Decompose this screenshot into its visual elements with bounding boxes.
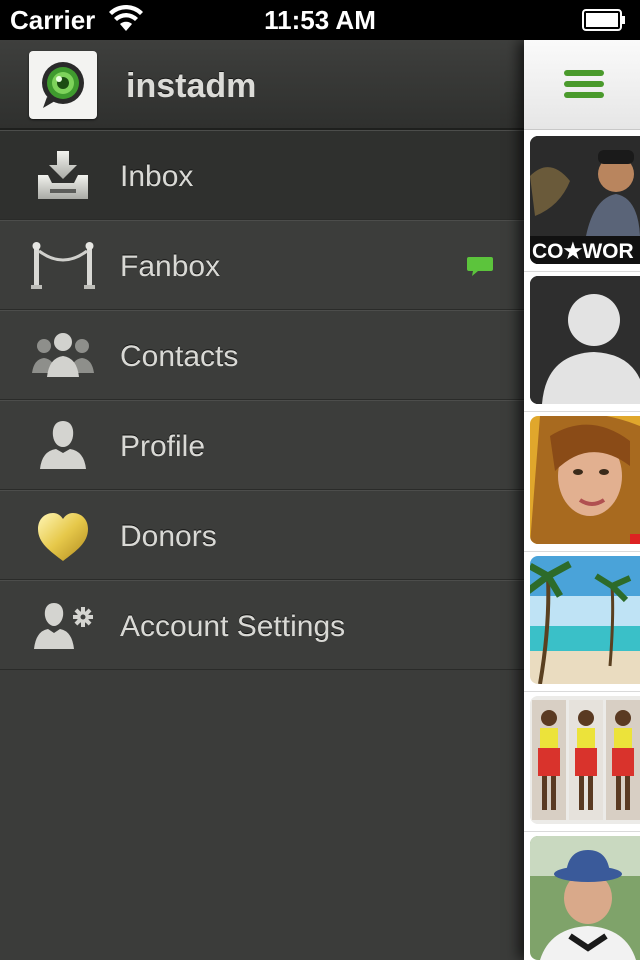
main-content-peek[interactable]: CO★WOR <box>524 40 640 960</box>
gold-heart-icon <box>38 513 88 561</box>
row-divider <box>524 411 640 412</box>
photo-portrait-icon <box>530 416 640 544</box>
menu-item-profile[interactable]: Profile <box>0 400 524 490</box>
menu-label-account-settings: Account Settings <box>120 610 346 643</box>
main-header <box>524 40 640 130</box>
menu-label-fanbox: Fanbox <box>120 250 221 283</box>
thumb-caption: CO★WOR <box>532 240 634 263</box>
camera-lens-logo-icon <box>42 62 84 108</box>
inbox-download-icon <box>38 151 88 199</box>
side-menu: instadm Inbox Fanbox Contacts Profile Do… <box>0 40 524 960</box>
velvet-rope-icon <box>31 242 95 289</box>
conversation-thumbnail[interactable] <box>530 416 640 544</box>
default-avatar-icon <box>530 276 640 404</box>
app-title: instadm <box>126 67 257 105</box>
green-chat-bubble-icon <box>467 257 493 276</box>
row-divider <box>524 691 640 692</box>
row-divider <box>524 271 640 272</box>
contacts-group-icon <box>32 333 94 377</box>
menu-item-account-settings[interactable]: Account Settings <box>0 580 524 670</box>
photo-beach-icon <box>530 556 640 684</box>
battery-icon <box>582 9 625 31</box>
menu-label-inbox: Inbox <box>120 160 194 193</box>
row-divider <box>524 831 640 832</box>
conversation-thumbnail[interactable] <box>530 836 640 960</box>
conversation-thumbnail[interactable] <box>530 696 640 824</box>
menu-toggle-icon[interactable] <box>564 70 604 102</box>
menu-item-donors[interactable]: Donors <box>0 490 524 580</box>
photo-man-icon: CO★WOR <box>530 136 640 264</box>
menu-header: instadm <box>0 40 524 130</box>
menu-label-donors: Donors <box>120 520 217 553</box>
person-gear-icon <box>34 603 93 649</box>
menu-item-inbox[interactable]: Inbox <box>0 130 524 220</box>
clock: 11:53 AM <box>264 5 376 35</box>
conversation-thumbnail[interactable]: CO★WOR <box>530 136 640 264</box>
menu-item-fanbox[interactable]: Fanbox <box>0 220 524 310</box>
row-divider <box>524 551 640 552</box>
conversation-thumbnail[interactable] <box>530 276 640 404</box>
menu-item-contacts[interactable]: Contacts <box>0 310 524 400</box>
menu-label-profile: Profile <box>120 430 206 463</box>
person-icon <box>40 421 86 469</box>
app-logo <box>29 51 97 119</box>
conversation-thumbnail[interactable] <box>530 556 640 684</box>
photo-boy-hat-icon <box>530 836 640 960</box>
photo-collage-icon <box>530 696 640 824</box>
status-bar: Carrier 11:53 AM <box>0 0 640 40</box>
menu-label-contacts: Contacts <box>120 340 239 373</box>
